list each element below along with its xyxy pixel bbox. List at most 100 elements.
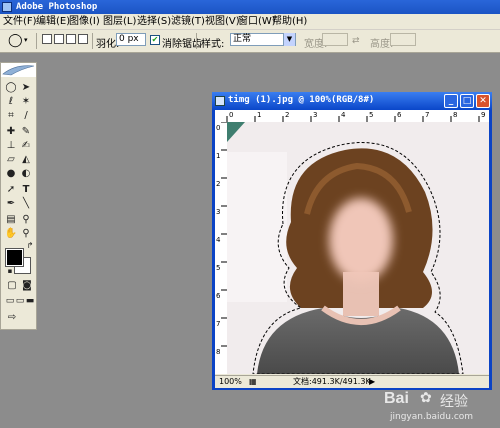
divider <box>92 33 93 49</box>
ellipse-marquee-icon[interactable]: ◯ <box>8 33 23 48</box>
blur-tool-icon[interactable]: ● <box>4 167 18 180</box>
foreground-color-swatch[interactable] <box>5 248 24 267</box>
menu-window[interactable]: 窗口(W) <box>238 15 276 28</box>
default-colors-icon[interactable]: ▪ <box>3 265 17 278</box>
baidu-jingyan-watermark: Bai ✿ 经验 jingyan.baidu.com <box>380 386 498 426</box>
style-label: 样式: <box>201 39 225 50</box>
magic-wand-tool-icon[interactable]: ✶ <box>19 95 33 108</box>
feather-input[interactable]: 0 px <box>116 33 146 46</box>
status-menu-arrow-icon[interactable]: ▶ <box>369 376 375 388</box>
marquee-tool-icon[interactable]: ◯ <box>4 81 18 94</box>
move-tool-icon[interactable]: ➤ <box>19 81 33 94</box>
close-button[interactable]: ✕ <box>476 94 490 108</box>
divider <box>36 33 37 49</box>
minimize-button[interactable]: _ <box>444 94 458 108</box>
ruler-label: 4 <box>341 111 346 119</box>
document-info: 文档:491.3K/491.3K <box>293 377 371 386</box>
ruler-label: 8 <box>216 348 221 356</box>
workspace-strip <box>0 53 500 61</box>
intersect-selection-icon[interactable] <box>78 34 88 44</box>
swap-dimensions-icon: ⇄ <box>352 36 360 46</box>
chevron-down-icon[interactable]: ▾ <box>24 36 28 44</box>
photoshop-icon <box>2 2 12 12</box>
app-title-bar: Adobe Photoshop <box>0 0 500 14</box>
ruler-label: 3 <box>216 208 221 216</box>
menu-edit[interactable]: 编辑(E) <box>36 15 70 28</box>
ruler-label: 1 <box>216 152 221 160</box>
toolbox-header <box>1 63 36 77</box>
menu-view[interactable]: 视图(V) <box>205 15 240 28</box>
document-window[interactable]: timg (1).jpg @ 100%(RGB/8#) _ □ ✕ 0 1 2 … <box>212 92 492 390</box>
zoom-level[interactable]: 100% <box>219 376 242 388</box>
style-select-value: 正常 <box>233 34 252 44</box>
document-body: 0 1 2 3 4 5 6 7 8 9 0 1 2 3 4 5 6 7 8 10… <box>215 110 489 388</box>
status-icon: ▦ <box>249 377 257 386</box>
eraser-tool-icon[interactable]: ▱ <box>4 153 18 166</box>
quick-mask-mode-icon[interactable]: ◙ <box>20 279 34 292</box>
ruler-label: 8 <box>453 111 458 119</box>
line-tool-icon[interactable]: ╲ <box>19 197 33 210</box>
image-canvas[interactable] <box>227 122 489 374</box>
dodge-tool-icon[interactable]: ◐ <box>19 167 33 180</box>
options-bar: ◯ ▾ 羽化: 0 px ✔ 消除锯齿 样式: 正常 ▼ 宽度: ⇄ 高度: <box>0 30 500 53</box>
divider <box>196 33 197 49</box>
toolbox: ◯ ➤ ℓ ✶ ⌗ / ✚ ✎ ⊥ ✍ ▱ ◭ ● ◐ ➚ T ✒ ╲ ▤ ⚲ … <box>0 62 37 330</box>
notes-tool-icon[interactable]: ▤ <box>4 213 18 226</box>
portrait-photo <box>227 122 489 374</box>
healing-brush-tool-icon[interactable]: ✚ <box>4 125 18 138</box>
ruler-label: 0 <box>229 111 234 119</box>
chevron-down-icon[interactable]: ▼ <box>283 33 295 46</box>
document-title-bar[interactable]: timg (1).jpg @ 100%(RGB/8#) _ □ ✕ <box>212 92 492 110</box>
type-tool-icon[interactable]: T <box>19 183 33 196</box>
lasso-tool-icon[interactable]: ℓ <box>4 95 18 108</box>
watermark-brand-suffix: 经验 <box>440 394 468 410</box>
menu-layer[interactable]: 图层(L) <box>103 15 136 28</box>
ruler-label: 2 <box>285 111 290 119</box>
swap-colors-icon[interactable]: ↱ <box>23 239 37 252</box>
width-input <box>322 33 348 46</box>
menu-help[interactable]: 帮助(H) <box>272 15 307 28</box>
ruler-label: 3 <box>313 111 318 119</box>
style-select[interactable]: 正常 ▼ <box>230 33 296 46</box>
ruler-label: 2 <box>216 180 221 188</box>
height-input <box>390 33 416 46</box>
menu-bar: 文件(F) 编辑(E) 图像(I) 图层(L) 选择(S) 滤镜(T) 视图(V… <box>0 14 500 30</box>
ruler-label: 6 <box>216 292 221 300</box>
jump-to-imageready-icon[interactable]: ⇨ <box>5 311 19 324</box>
brush-tool-icon[interactable]: ✎ <box>19 125 33 138</box>
subtract-selection-icon[interactable] <box>66 34 76 44</box>
pen-tool-icon[interactable]: ✒ <box>4 197 18 210</box>
eyedropper-tool-icon[interactable]: ⚲ <box>19 213 33 226</box>
ruler-label: 5 <box>216 264 221 272</box>
document-title: timg (1).jpg @ 100%(RGB/8#) <box>228 95 375 105</box>
ruler-label: 9 <box>481 111 486 119</box>
ruler-label: 6 <box>397 111 402 119</box>
feather-logo-icon <box>2 65 35 76</box>
paint-bucket-tool-icon[interactable]: ◭ <box>19 153 33 166</box>
ruler-label: 5 <box>369 111 374 119</box>
ruler-label: 1 <box>257 111 262 119</box>
standard-mode-icon[interactable]: ▢ <box>5 279 19 292</box>
ruler-label: 4 <box>216 236 221 244</box>
maximize-button[interactable]: □ <box>460 94 474 108</box>
paw-icon: ✿ <box>420 390 432 406</box>
watermark-brand: Bai <box>384 390 409 407</box>
watermark-url: jingyan.baidu.com <box>390 412 474 422</box>
crop-tool-icon[interactable]: ⌗ <box>4 109 18 122</box>
ruler-label: 0 <box>216 124 221 132</box>
add-selection-icon[interactable] <box>54 34 64 44</box>
path-selection-tool-icon[interactable]: ➚ <box>4 183 18 196</box>
ruler-label: 7 <box>425 111 430 119</box>
menu-filter[interactable]: 滤镜(T) <box>171 15 205 28</box>
screen-mode-full-icon[interactable]: ▬ <box>23 295 37 308</box>
antialias-checkbox[interactable]: ✔ <box>150 35 160 45</box>
history-brush-tool-icon[interactable]: ✍ <box>19 139 33 152</box>
slice-tool-icon[interactable]: / <box>19 109 33 122</box>
new-selection-icon[interactable] <box>42 34 52 44</box>
menu-select[interactable]: 选择(S) <box>137 15 171 28</box>
menu-file[interactable]: 文件(F) <box>3 15 37 28</box>
hand-tool-icon[interactable]: ✋ <box>4 227 18 240</box>
document-icon <box>215 96 225 106</box>
clone-stamp-tool-icon[interactable]: ⊥ <box>4 139 18 152</box>
menu-image[interactable]: 图像(I) <box>69 15 100 28</box>
